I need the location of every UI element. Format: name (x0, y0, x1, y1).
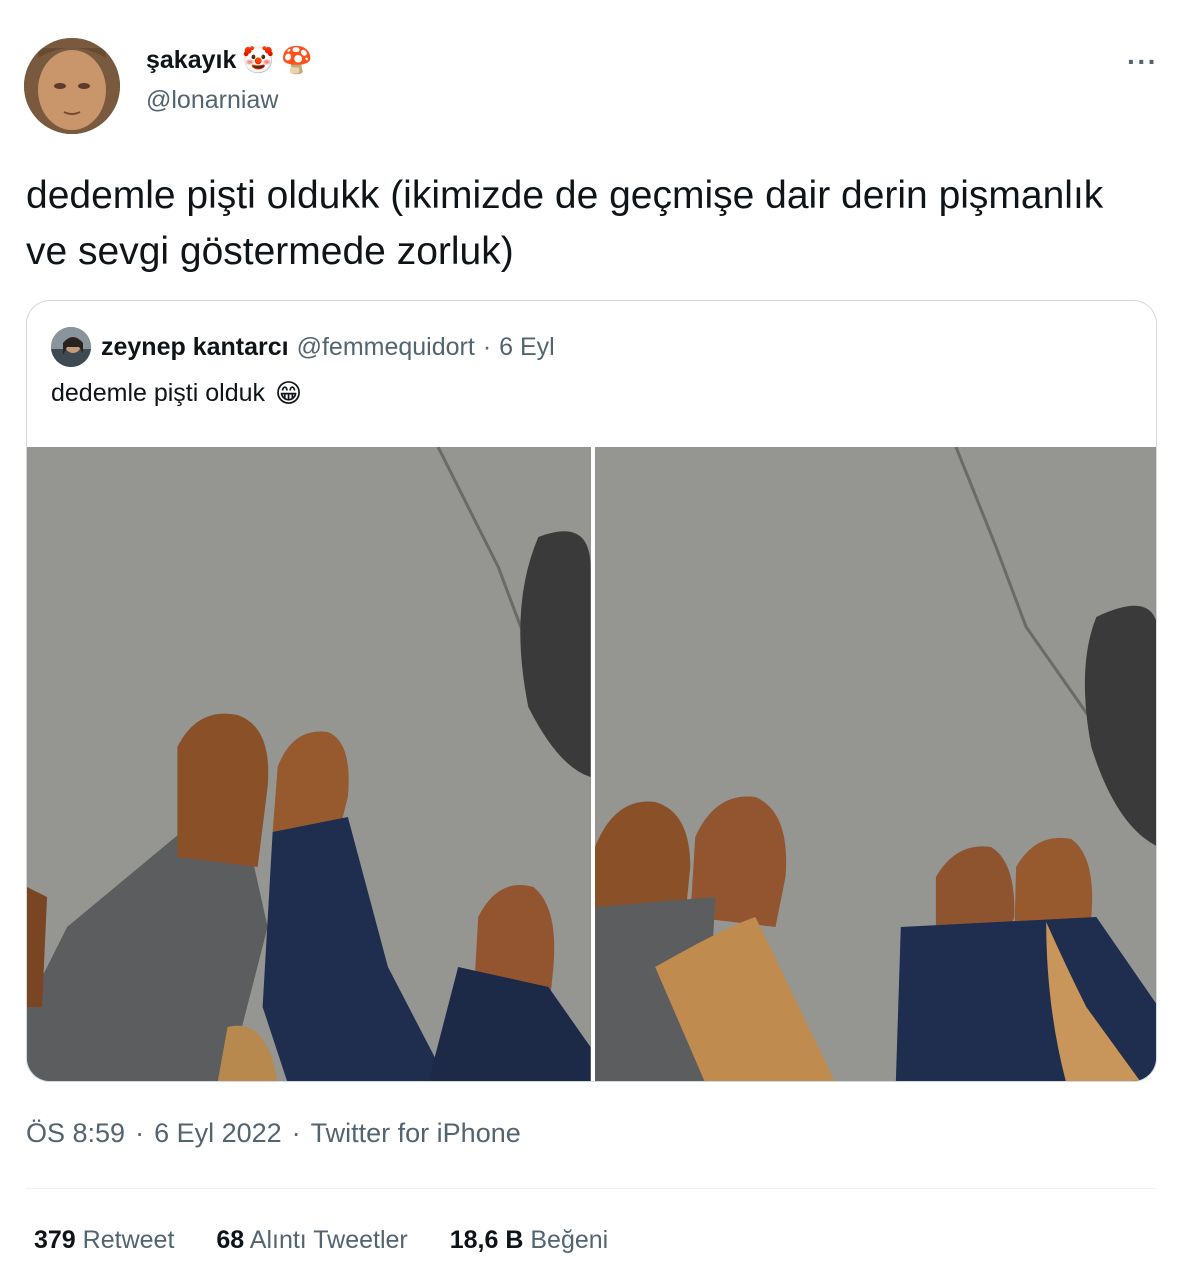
tweet-date[interactable]: 6 Eyl 2022 (154, 1118, 282, 1149)
meta-separator: · (135, 1118, 145, 1148)
retweets-label: Retweet (82, 1226, 175, 1254)
retweets-count: 379 (34, 1226, 76, 1254)
tweet-text: dedemle pişti oldukk (ikimizde de geçmiş… (26, 174, 1104, 273)
tweet-time[interactable]: ÖS 8:59 (26, 1118, 125, 1149)
clown-emoji-icon: 🤡 (242, 45, 275, 76)
divider (26, 1188, 1157, 1189)
quote-tweets-stat[interactable]: 68 Alıntı Tweetler (216, 1226, 407, 1255)
quoted-tweet-text: dedemle pişti olduk 😁 (51, 379, 302, 408)
author-handle[interactable]: @lonarniaw (146, 86, 278, 115)
tweet-source[interactable]: Twitter for iPhone (311, 1118, 521, 1149)
shoes-photo-right[interactable] (594, 447, 1156, 1081)
quoted-photos (27, 447, 1156, 1081)
tweet-meta: ÖS 8:59 · 6 Eyl 2022 · Twitter for iPhon… (26, 1118, 521, 1149)
likes-count: 18,6 B (449, 1226, 524, 1254)
quoted-author-avatar[interactable] (51, 327, 91, 367)
tweet-stats: 379 Retweet 68 Alıntı Tweetler 18,6 B Be… (34, 1226, 608, 1255)
quote-tweets-count: 68 (216, 1226, 245, 1254)
quoted-author-name: zeynep kantarcı (101, 332, 289, 361)
quoted-tweet-header: zeynep kantarcı @femmequidort · 6 Eyl (51, 327, 555, 367)
mushroom-emoji-icon: 🍄 (280, 45, 314, 76)
quoted-text: dedemle pişti olduk (51, 379, 266, 407)
author-name-text: şakayık (146, 46, 237, 74)
tweet: şakayık 🤡 🍄 @lonarniaw ··· dedemle pişti… (0, 0, 1180, 1288)
retweets-stat[interactable]: 379 Retweet (34, 1226, 174, 1255)
likes-stat[interactable]: 18,6 B Beğeni (450, 1226, 608, 1255)
shoes-photo-left[interactable] (27, 447, 591, 1081)
quoted-separator: · (482, 332, 492, 361)
author-display-name[interactable]: şakayık 🤡 🍄 (146, 46, 313, 75)
author-avatar[interactable] (24, 38, 120, 134)
likes-label: Beğeni (530, 1226, 609, 1254)
meta-separator: · (291, 1118, 301, 1148)
quote-tweets-label: Alıntı Tweetler (249, 1226, 408, 1254)
quoted-author-handle: @femmequidort (296, 332, 475, 361)
grin-emoji-icon: 😁 (275, 378, 303, 409)
quoted-date: 6 Eyl (499, 332, 555, 361)
more-options-icon[interactable]: ··· (1127, 46, 1158, 78)
quoted-tweet[interactable]: zeynep kantarcı @femmequidort · 6 Eyl de… (26, 300, 1157, 1082)
